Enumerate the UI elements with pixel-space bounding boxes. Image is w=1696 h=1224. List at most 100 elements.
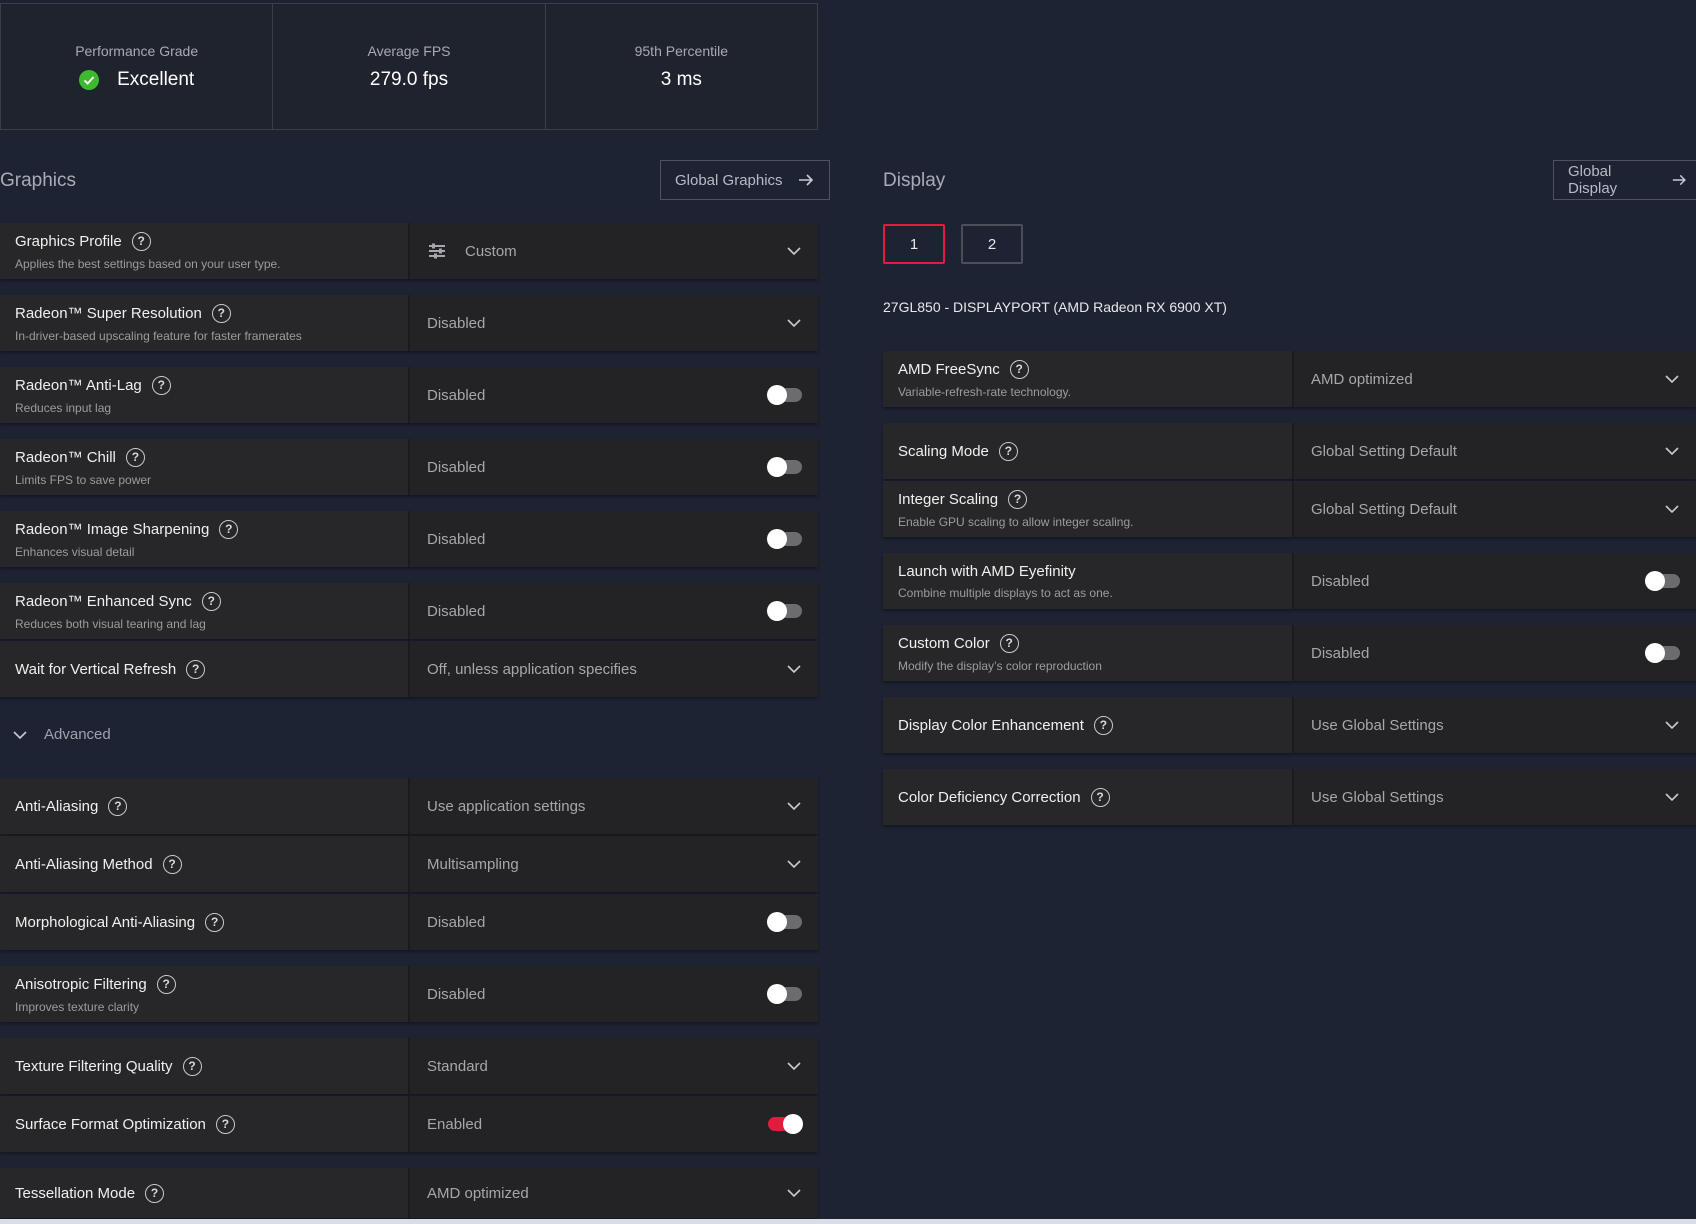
setting-title-wrapper: Integer Scaling? (898, 489, 1292, 509)
setting-value-wrapper: Enabled (427, 1116, 482, 1133)
setting-dropdown[interactable]: Disabled (410, 295, 818, 351)
help-icon[interactable]: ? (162, 854, 182, 874)
help-icon[interactable]: ? (125, 447, 145, 467)
help-icon[interactable]: ? (151, 375, 171, 395)
toggle-switch[interactable] (1645, 643, 1680, 663)
chevron-down-icon (787, 1062, 801, 1071)
setting-label-cell: Graphics Profile? Applies the best settin… (0, 223, 410, 279)
arrow-right-icon (798, 174, 813, 186)
help-icon[interactable]: ? (215, 1114, 235, 1134)
setting-row: Color Deficiency Correction? Use Global S… (883, 769, 1696, 825)
setting-dropdown[interactable]: Custom (410, 223, 818, 279)
check-circle-icon (79, 69, 100, 90)
profile-sliders-icon (429, 243, 445, 259)
setting-value-wrapper: Disabled (427, 387, 485, 404)
setting-row: Anti-Aliasing? Use application settings (0, 778, 818, 834)
help-icon[interactable]: ? (156, 974, 176, 994)
help-icon[interactable]: ? (999, 633, 1019, 653)
setting-dropdown[interactable]: AMD optimized (1294, 351, 1696, 407)
stat-label: 95th Percentile (634, 42, 729, 59)
toggle-switch[interactable] (767, 529, 802, 549)
setting-dropdown[interactable]: Global Setting Default (1294, 423, 1696, 479)
setting-row: Radeon™ Chill? Limits FPS to save power Di… (0, 439, 818, 495)
setting-dropdown[interactable]: Multisampling (410, 836, 818, 892)
stat-value: 279.0 fps (369, 68, 449, 90)
setting-dropdown[interactable]: Use Global Settings (1294, 697, 1696, 753)
display-tab-1[interactable]: 1 (883, 224, 945, 264)
help-icon[interactable]: ? (1093, 715, 1113, 735)
toggle-switch[interactable] (767, 601, 802, 621)
setting-value: Disabled (427, 530, 486, 548)
setting-value: Global Setting Default (1311, 500, 1457, 518)
display-tab-2[interactable]: 2 (961, 224, 1023, 264)
setting-label-cell: Integer Scaling? Enable GPU scaling to al… (883, 481, 1294, 537)
advanced-toggle[interactable]: Advanced (12, 726, 111, 743)
help-icon[interactable]: ? (205, 912, 225, 932)
setting-value: Disabled (1311, 572, 1370, 590)
setting-title: Custom Color (898, 634, 990, 652)
help-icon[interactable]: ? (998, 441, 1018, 461)
setting-title: Radeon™ Image Sharpening (15, 520, 210, 538)
setting-row: Anti-Aliasing Method? Multisampling (0, 836, 818, 892)
toggle-switch[interactable] (767, 912, 802, 932)
setting-title-wrapper: Radeon™ Super Resolution? (15, 303, 408, 323)
setting-toggle-cell: Disabled (1294, 625, 1696, 681)
setting-title: Scaling Mode (898, 442, 989, 460)
setting-value: Custom (465, 242, 517, 260)
setting-label-cell: Launch with AMD Eyefinity Combine multipl… (883, 553, 1294, 609)
help-icon[interactable]: ? (211, 303, 231, 323)
help-icon[interactable]: ? (219, 519, 239, 539)
setting-value: Standard (427, 1057, 488, 1075)
stat-value-wrapper: Excellent (79, 69, 194, 91)
setting-label-cell: AMD FreeSync? Variable-refresh-rate techn… (883, 351, 1294, 407)
global-graphics-button[interactable]: Global Graphics (660, 160, 830, 200)
setting-dropdown[interactable]: AMD optimized (410, 1168, 818, 1218)
setting-row: Wait for Vertical Refresh? Off, unless ap… (0, 641, 818, 697)
setting-title: Launch with AMD Eyefinity (898, 562, 1076, 580)
setting-title: Graphics Profile (15, 232, 122, 250)
help-icon[interactable]: ? (201, 591, 221, 611)
help-icon[interactable]: ? (1008, 489, 1028, 509)
help-icon[interactable]: ? (1090, 787, 1110, 807)
help-icon[interactable]: ? (1009, 359, 1029, 379)
chevron-down-icon (787, 665, 801, 674)
setting-toggle-cell: Disabled (410, 511, 818, 567)
setting-label-cell: Color Deficiency Correction? (883, 769, 1294, 825)
setting-dropdown[interactable]: Use Global Settings (1294, 769, 1696, 825)
setting-row: Radeon™ Anti-Lag? Reduces input lag Disabl… (0, 367, 818, 423)
help-icon[interactable]: ? (182, 1056, 202, 1076)
setting-dropdown[interactable]: Off, unless application specifies (410, 641, 818, 697)
setting-value: Global Setting Default (1311, 442, 1457, 460)
setting-value: Disabled (427, 314, 486, 332)
setting-label-cell: Radeon™ Super Resolution? In-driver-based… (0, 295, 410, 351)
chevron-down-icon (787, 1189, 801, 1198)
setting-value: Use Global Settings (1311, 788, 1444, 806)
toggle-switch[interactable] (767, 385, 802, 405)
help-icon[interactable]: ? (145, 1183, 165, 1203)
help-icon[interactable]: ? (131, 231, 151, 251)
setting-title-wrapper: Morphological Anti-Aliasing? (15, 912, 408, 932)
help-icon[interactable]: ? (108, 796, 128, 816)
stat-95th-percentile: 95th Percentile 3 ms (546, 4, 817, 129)
toggle-switch[interactable] (768, 1114, 803, 1134)
setting-toggle-cell: Disabled (410, 583, 818, 639)
setting-dropdown[interactable]: Standard (410, 1038, 818, 1094)
global-display-button[interactable]: Global Display (1553, 160, 1696, 200)
setting-dropdown[interactable]: Use application settings (410, 778, 818, 834)
setting-label-cell: Custom Color? Modify the display’s color … (883, 625, 1294, 681)
toggle-switch[interactable] (1645, 571, 1680, 591)
setting-description: Applies the best settings based on your … (15, 256, 281, 271)
toggle-switch[interactable] (767, 984, 802, 1004)
setting-description: Enhances visual detail (15, 544, 135, 559)
stat-performance-grade: Performance Grade Excellent (1, 4, 274, 129)
display-section-title: Display (883, 170, 946, 191)
setting-title: Wait for Vertical Refresh (15, 660, 177, 678)
setting-value: AMD optimized (427, 1184, 529, 1202)
help-icon[interactable]: ? (186, 659, 206, 679)
setting-title: Display Color Enhancement (898, 716, 1084, 734)
setting-title-wrapper: Radeon™ Enhanced Sync? (15, 591, 408, 611)
setting-title-wrapper: Surface Format Optimization? (15, 1114, 408, 1134)
setting-row: Integer Scaling? Enable GPU scaling to al… (883, 481, 1696, 537)
setting-dropdown[interactable]: Global Setting Default (1294, 481, 1696, 537)
toggle-switch[interactable] (767, 457, 802, 477)
